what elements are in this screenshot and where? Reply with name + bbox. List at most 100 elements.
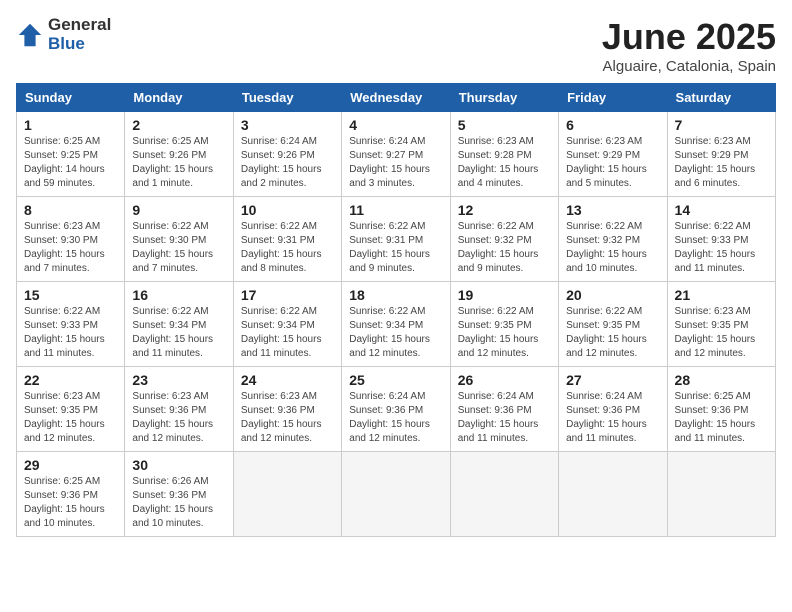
logo-text-blue: Blue — [48, 35, 111, 54]
title-area: June 2025 Alguaire, Catalonia, Spain — [602, 16, 776, 75]
day-info: Sunrise: 6:22 AM Sunset: 9:32 PM Dayligh… — [458, 220, 551, 276]
day-number: 8 — [24, 202, 117, 218]
day-number: 18 — [349, 287, 442, 303]
day-info: Sunrise: 6:23 AM Sunset: 9:36 PM Dayligh… — [132, 390, 225, 446]
day-info: Sunrise: 6:25 AM Sunset: 9:26 PM Dayligh… — [132, 135, 225, 191]
day-info: Sunrise: 6:22 AM Sunset: 9:31 PM Dayligh… — [241, 220, 334, 276]
calendar-cell — [450, 452, 558, 537]
calendar-cell: 12 Sunrise: 6:22 AM Sunset: 9:32 PM Dayli… — [450, 197, 558, 282]
day-info: Sunrise: 6:24 AM Sunset: 9:27 PM Dayligh… — [349, 135, 442, 191]
calendar-row: 15Sunrise: 6:22 AM Sunset: 9:33 PM Dayli… — [17, 282, 776, 367]
calendar-subtitle: Alguaire, Catalonia, Spain — [602, 58, 776, 75]
day-number: 14 — [675, 202, 768, 218]
calendar-cell: 19 Sunrise: 6:22 AM Sunset: 9:35 PM Dayli… — [450, 282, 558, 367]
calendar-cell: 14 Sunrise: 6:22 AM Sunset: 9:33 PM Dayli… — [667, 197, 775, 282]
day-number: 27 — [566, 372, 659, 388]
day-number: 16 — [132, 287, 225, 303]
calendar-cell: 3 Sunrise: 6:24 AM Sunset: 9:26 PM Daylig… — [233, 112, 341, 197]
day-number: 5 — [458, 117, 551, 133]
calendar-row: 22 Sunrise: 6:23 AM Sunset: 9:35 PM Dayli… — [17, 367, 776, 452]
day-number: 3 — [241, 117, 334, 133]
day-number: 19 — [458, 287, 551, 303]
day-number: 21 — [675, 287, 768, 303]
day-number: 28 — [675, 372, 768, 388]
day-number: 22 — [24, 372, 117, 388]
header-saturday: Saturday — [667, 84, 775, 112]
header-wednesday: Wednesday — [342, 84, 450, 112]
logo-text-general: General — [48, 16, 111, 35]
calendar-cell: 9Sunrise: 6:22 AM Sunset: 9:30 PM Daylig… — [125, 197, 233, 282]
day-info: Sunrise: 6:22 AM Sunset: 9:33 PM Dayligh… — [24, 305, 117, 361]
logo: General Blue — [16, 16, 111, 53]
calendar-cell: 20 Sunrise: 6:22 AM Sunset: 9:35 PM Dayli… — [559, 282, 667, 367]
day-info: Sunrise: 6:22 AM Sunset: 9:33 PM Dayligh… — [675, 220, 768, 276]
day-info: Sunrise: 6:23 AM Sunset: 9:28 PM Dayligh… — [458, 135, 551, 191]
day-info: Sunrise: 6:23 AM Sunset: 9:29 PM Dayligh… — [675, 135, 768, 191]
calendar-cell: 10 Sunrise: 6:22 AM Sunset: 9:31 PM Dayli… — [233, 197, 341, 282]
day-number: 10 — [241, 202, 334, 218]
calendar-cell: 27 Sunrise: 6:24 AM Sunset: 9:36 PM Dayli… — [559, 367, 667, 452]
day-number: 29 — [24, 457, 117, 473]
day-info: Sunrise: 6:22 AM Sunset: 9:32 PM Dayligh… — [566, 220, 659, 276]
day-number: 2 — [132, 117, 225, 133]
calendar-row: 29 Sunrise: 6:25 AM Sunset: 9:36 PM Dayli… — [17, 452, 776, 537]
day-number: 6 — [566, 117, 659, 133]
day-number: 20 — [566, 287, 659, 303]
calendar-cell: 22 Sunrise: 6:23 AM Sunset: 9:35 PM Dayli… — [17, 367, 125, 452]
calendar-table: Sunday Monday Tuesday Wednesday Thursday… — [16, 83, 776, 537]
day-number: 23 — [132, 372, 225, 388]
logo-icon — [16, 21, 44, 49]
day-info: Sunrise: 6:22 AM Sunset: 9:34 PM Dayligh… — [132, 305, 225, 361]
day-number: 17 — [241, 287, 334, 303]
header-monday: Monday — [125, 84, 233, 112]
calendar-cell: 24Sunrise: 6:23 AM Sunset: 9:36 PM Dayli… — [233, 367, 341, 452]
calendar-cell — [559, 452, 667, 537]
calendar-cell: 13 Sunrise: 6:22 AM Sunset: 9:32 PM Dayli… — [559, 197, 667, 282]
calendar-cell: 1 Sunrise: 6:25 AM Sunset: 9:25 PM Daylig… — [17, 112, 125, 197]
calendar-cell — [233, 452, 341, 537]
calendar-cell: 18Sunrise: 6:22 AM Sunset: 9:34 PM Dayli… — [342, 282, 450, 367]
calendar-cell: 17 Sunrise: 6:22 AM Sunset: 9:34 PM Dayli… — [233, 282, 341, 367]
calendar-cell — [342, 452, 450, 537]
calendar-cell — [667, 452, 775, 537]
day-info: Sunrise: 6:25 AM Sunset: 9:25 PM Dayligh… — [24, 135, 117, 191]
calendar-cell: 16 Sunrise: 6:22 AM Sunset: 9:34 PM Dayli… — [125, 282, 233, 367]
day-info: Sunrise: 6:22 AM Sunset: 9:35 PM Dayligh… — [566, 305, 659, 361]
calendar-title: June 2025 — [602, 16, 776, 58]
day-info: Sunrise: 6:22 AM Sunset: 9:35 PM Dayligh… — [458, 305, 551, 361]
day-number: 12 — [458, 202, 551, 218]
day-number: 30 — [132, 457, 225, 473]
day-info: Sunrise: 6:23 AM Sunset: 9:35 PM Dayligh… — [24, 390, 117, 446]
header-tuesday: Tuesday — [233, 84, 341, 112]
calendar-cell: 15Sunrise: 6:22 AM Sunset: 9:33 PM Dayli… — [17, 282, 125, 367]
day-info: Sunrise: 6:22 AM Sunset: 9:31 PM Dayligh… — [349, 220, 442, 276]
calendar-cell: 30 Sunrise: 6:26 AM Sunset: 9:36 PM Dayli… — [125, 452, 233, 537]
day-number: 1 — [24, 117, 117, 133]
day-info: Sunrise: 6:24 AM Sunset: 9:26 PM Dayligh… — [241, 135, 334, 191]
header: General Blue June 2025 Alguaire, Catalon… — [16, 16, 776, 75]
day-info: Sunrise: 6:22 AM Sunset: 9:34 PM Dayligh… — [241, 305, 334, 361]
calendar-cell: 2 Sunrise: 6:25 AM Sunset: 9:26 PM Daylig… — [125, 112, 233, 197]
day-info: Sunrise: 6:25 AM Sunset: 9:36 PM Dayligh… — [675, 390, 768, 446]
day-info: Sunrise: 6:23 AM Sunset: 9:29 PM Dayligh… — [566, 135, 659, 191]
calendar-row: 8Sunrise: 6:23 AM Sunset: 9:30 PM Daylig… — [17, 197, 776, 282]
day-info: Sunrise: 6:25 AM Sunset: 9:36 PM Dayligh… — [24, 475, 117, 531]
calendar-cell: 21 Sunrise: 6:23 AM Sunset: 9:35 PM Dayli… — [667, 282, 775, 367]
calendar-cell: 23 Sunrise: 6:23 AM Sunset: 9:36 PM Dayli… — [125, 367, 233, 452]
day-info: Sunrise: 6:26 AM Sunset: 9:36 PM Dayligh… — [132, 475, 225, 531]
header-sunday: Sunday — [17, 84, 125, 112]
day-number: 4 — [349, 117, 442, 133]
header-thursday: Thursday — [450, 84, 558, 112]
day-info: Sunrise: 6:24 AM Sunset: 9:36 PM Dayligh… — [349, 390, 442, 446]
day-number: 26 — [458, 372, 551, 388]
calendar-row: 1 Sunrise: 6:25 AM Sunset: 9:25 PM Daylig… — [17, 112, 776, 197]
day-info: Sunrise: 6:23 AM Sunset: 9:35 PM Dayligh… — [675, 305, 768, 361]
day-number: 11 — [349, 202, 442, 218]
day-info: Sunrise: 6:24 AM Sunset: 9:36 PM Dayligh… — [566, 390, 659, 446]
calendar-cell: 8Sunrise: 6:23 AM Sunset: 9:30 PM Daylig… — [17, 197, 125, 282]
day-number: 13 — [566, 202, 659, 218]
calendar-cell: 25 Sunrise: 6:24 AM Sunset: 9:36 PM Dayli… — [342, 367, 450, 452]
calendar-cell: 6 Sunrise: 6:23 AM Sunset: 9:29 PM Daylig… — [559, 112, 667, 197]
calendar-cell: 4 Sunrise: 6:24 AM Sunset: 9:27 PM Daylig… — [342, 112, 450, 197]
day-number: 25 — [349, 372, 442, 388]
